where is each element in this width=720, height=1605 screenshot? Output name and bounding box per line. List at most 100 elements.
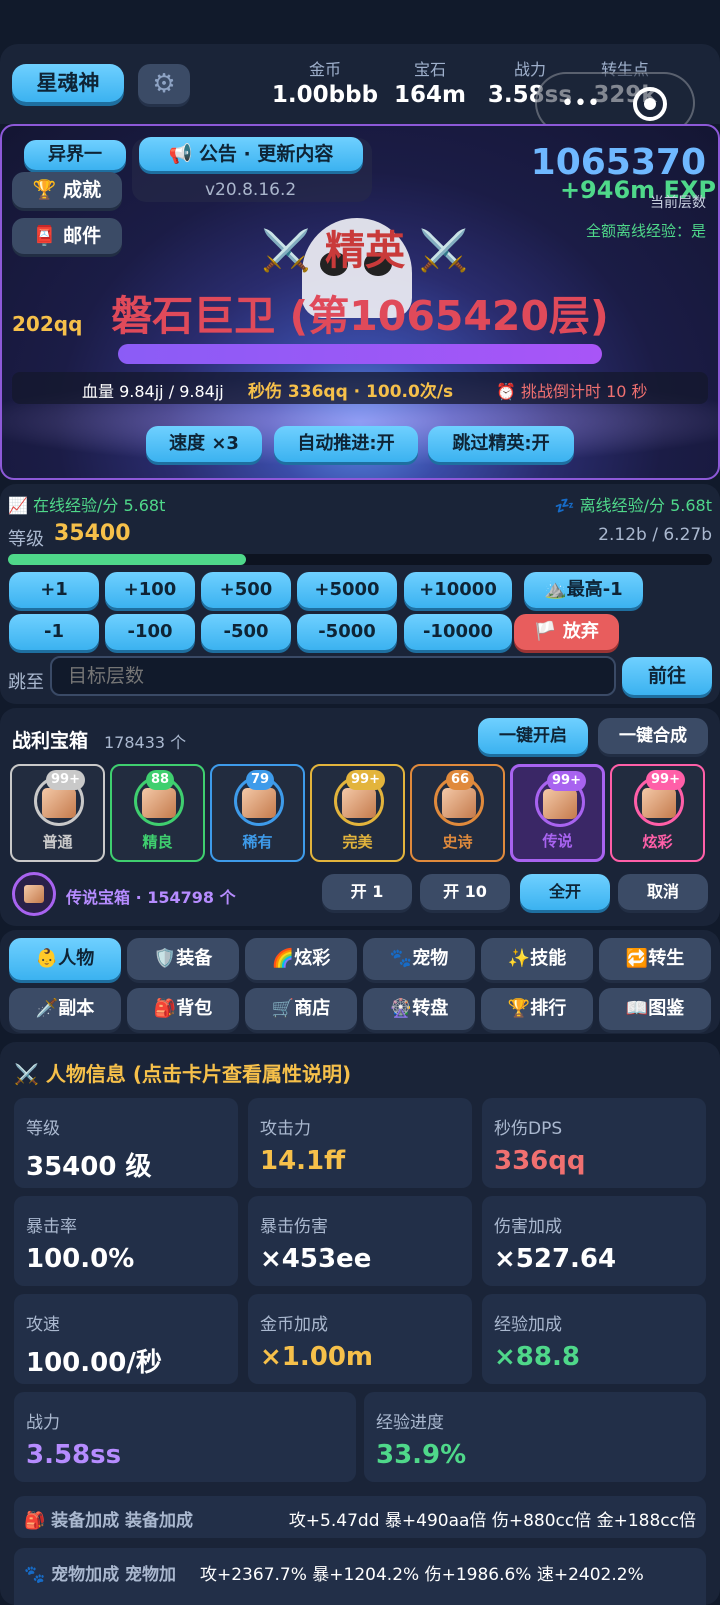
tab-button[interactable]: 🔁转生 <box>599 938 711 980</box>
stat-label: 等级 <box>26 1119 60 1139</box>
go-button[interactable]: 前往 <box>622 657 712 695</box>
tab-button[interactable]: 🗡️副本 <box>9 988 121 1030</box>
chest-badge: 79 <box>246 770 275 790</box>
floor-plus-button[interactable]: +1 <box>9 572 99 608</box>
stat-card[interactable]: 战力 3.58ss <box>14 1392 356 1482</box>
stat-value: ×88.8 <box>494 1342 580 1372</box>
legend-chest-icon <box>12 872 56 916</box>
floor-minus-button[interactable]: -10000 <box>404 614 512 650</box>
offline-exp-status: 全额离线经验：是 <box>585 222 706 240</box>
offline-exp: 💤 离线经验/分 5.68t <box>554 496 712 515</box>
quit-button[interactable]: 🏳️ 放弃 <box>514 614 619 650</box>
tab-button[interactable]: 🏆排行 <box>481 988 593 1030</box>
floor-plus-button[interactable]: +10000 <box>404 572 512 608</box>
stat-card[interactable]: 暴击率 100.0% <box>14 1196 238 1286</box>
floor-minus-button[interactable]: -1 <box>9 614 99 650</box>
online-exp: 📈 在线经验/分 5.68t <box>8 496 166 515</box>
settings-gear-icon[interactable]: ⚙ <box>138 64 190 104</box>
stat-card[interactable]: 攻击力 14.1ff <box>248 1098 472 1188</box>
chest-card[interactable]: 99+ 炫彩 <box>610 764 705 862</box>
stat-value: ×527.64 <box>494 1244 617 1274</box>
current-floor-label: 当前层数 <box>650 195 706 211</box>
stat-value: ×453ee <box>260 1244 372 1274</box>
tab-button[interactable]: 🎒背包 <box>127 988 239 1030</box>
stat-card[interactable]: 等级 35400 级 <box>14 1098 238 1188</box>
close-target-icon[interactable] <box>633 87 667 121</box>
boss-name: 磐石巨卫 (第1065420层) <box>111 292 609 340</box>
max-minus-one-button[interactable]: ⛰️最高-1 <box>524 572 643 608</box>
chest-name: 传说 <box>542 832 573 850</box>
floor-minus-button[interactable]: -5000 <box>297 614 397 650</box>
stat-value: 33.9% <box>376 1440 467 1470</box>
title-button[interactable]: 星魂神 <box>12 64 124 102</box>
floor-plus-button[interactable]: +500 <box>201 572 291 608</box>
world-button[interactable]: 异界一 <box>24 140 126 170</box>
level-label: 等级 <box>8 529 44 550</box>
stat-card[interactable]: 暴击伤害 ×453ee <box>248 1196 472 1286</box>
more-dots-icon[interactable]: ••• <box>561 93 600 115</box>
jump-label: 跳至 <box>8 672 44 693</box>
chest-badge: 66 <box>446 770 475 790</box>
stat-card[interactable]: 秒伤DPS 336qq <box>482 1098 706 1188</box>
tab-button[interactable]: 👶人物 <box>9 938 121 980</box>
stat-card[interactable]: 伤害加成 ×527.64 <box>482 1196 706 1286</box>
tab-button[interactable]: ✨技能 <box>481 938 593 980</box>
selected-chest-text: 传说宝箱 · 154798 个 <box>66 888 236 907</box>
announcement-button[interactable]: 📢 公告 · 更新内容 <box>139 137 363 171</box>
chest-card[interactable]: 79 稀有 <box>210 764 305 862</box>
chest-card[interactable]: 99+ 传说 <box>510 764 605 862</box>
left-value: 202qq <box>12 312 83 336</box>
open-all-chest-button[interactable]: 全开 <box>520 874 610 910</box>
stat-value: 100.00/秒 <box>26 1348 162 1378</box>
open-all-button[interactable]: 一键开启 <box>478 718 588 754</box>
stat-value: ×1.00m <box>260 1342 374 1372</box>
floor-plus-button[interactable]: +5000 <box>297 572 397 608</box>
tab-button[interactable]: 🎡转盘 <box>363 988 475 1030</box>
stat-label: 暴击伤害 <box>260 1217 328 1237</box>
chest-badge: 88 <box>146 770 175 790</box>
exp-progress-text: 2.12b / 6.27b <box>598 525 712 545</box>
equip-bonus-row[interactable]: 🎒 装备加成 装备加成 攻+5.47dd 暴+490aa倍 伤+880cc倍 金… <box>14 1496 706 1538</box>
open-1-button[interactable]: 开 1 <box>322 874 412 910</box>
battle-info-row: 血量 9.84jj / 9.84jj 秒伤 336qq · 100.0次/s ⏰… <box>12 372 708 404</box>
chest-card[interactable]: 99+ 完美 <box>310 764 405 862</box>
tab-button[interactable]: 🌈炫彩 <box>245 938 357 980</box>
floor-minus-button[interactable]: -100 <box>105 614 195 650</box>
target-floor-input[interactable] <box>50 656 616 696</box>
stat-card[interactable]: 金币加成 ×1.00m <box>248 1294 472 1384</box>
pet-bonus-row[interactable]: 🐾 宠物加成 宠物加 攻+2367.7% 暴+1204.2% 伤+1986.6%… <box>14 1548 706 1605</box>
stat-card[interactable]: 经验加成 ×88.8 <box>482 1294 706 1384</box>
floor-plus-button[interactable]: +100 <box>105 572 195 608</box>
chest-name: 完美 <box>342 833 373 851</box>
tab-button[interactable]: 📖图鉴 <box>599 988 711 1030</box>
chest-card[interactable]: 66 史诗 <box>410 764 505 862</box>
stat-label: 秒伤DPS <box>494 1119 563 1139</box>
open-10-button[interactable]: 开 10 <box>420 874 510 910</box>
chest-badge: 99+ <box>46 770 85 790</box>
tab-button[interactable]: 🛡️装备 <box>127 938 239 980</box>
chest-badge: 99+ <box>646 770 685 790</box>
auto-advance-button[interactable]: 自动推进:开 <box>274 426 418 462</box>
stat-card[interactable]: 经验进度 33.9% <box>364 1392 706 1482</box>
achievements-button[interactable]: 🏆 成就 <box>12 172 122 208</box>
cancel-button[interactable]: 取消 <box>618 874 708 910</box>
tab-button[interactable]: 🛒商店 <box>245 988 357 1030</box>
mail-button[interactable]: 📮 邮件 <box>12 218 122 254</box>
merge-button[interactable]: 一键合成 <box>598 718 708 754</box>
chest-name: 精良 <box>142 833 173 851</box>
tab-button[interactable]: 🐾宠物 <box>363 938 475 980</box>
chest-card[interactable]: 88 精良 <box>110 764 205 862</box>
boss-hp-bar <box>118 344 602 364</box>
stat-card[interactable]: 攻速 100.00/秒 <box>14 1294 238 1384</box>
stat-gems: 宝石 164m <box>394 60 466 108</box>
floor-minus-button[interactable]: -500 <box>201 614 291 650</box>
stat-value: 3.58ss <box>26 1440 122 1470</box>
stat-value: 336qq <box>494 1146 586 1176</box>
skip-elite-button[interactable]: 跳过精英:开 <box>428 426 574 462</box>
chest-card[interactable]: 99+ 普通 <box>10 764 105 862</box>
stat-label: 暴击率 <box>26 1217 77 1237</box>
elite-title: ⚔️ 精英 ⚔️ <box>261 228 469 274</box>
chest-badge: 99+ <box>547 771 586 791</box>
speed-button[interactable]: 速度 ×3 <box>146 426 262 462</box>
stat-label: 伤害加成 <box>494 1217 562 1237</box>
